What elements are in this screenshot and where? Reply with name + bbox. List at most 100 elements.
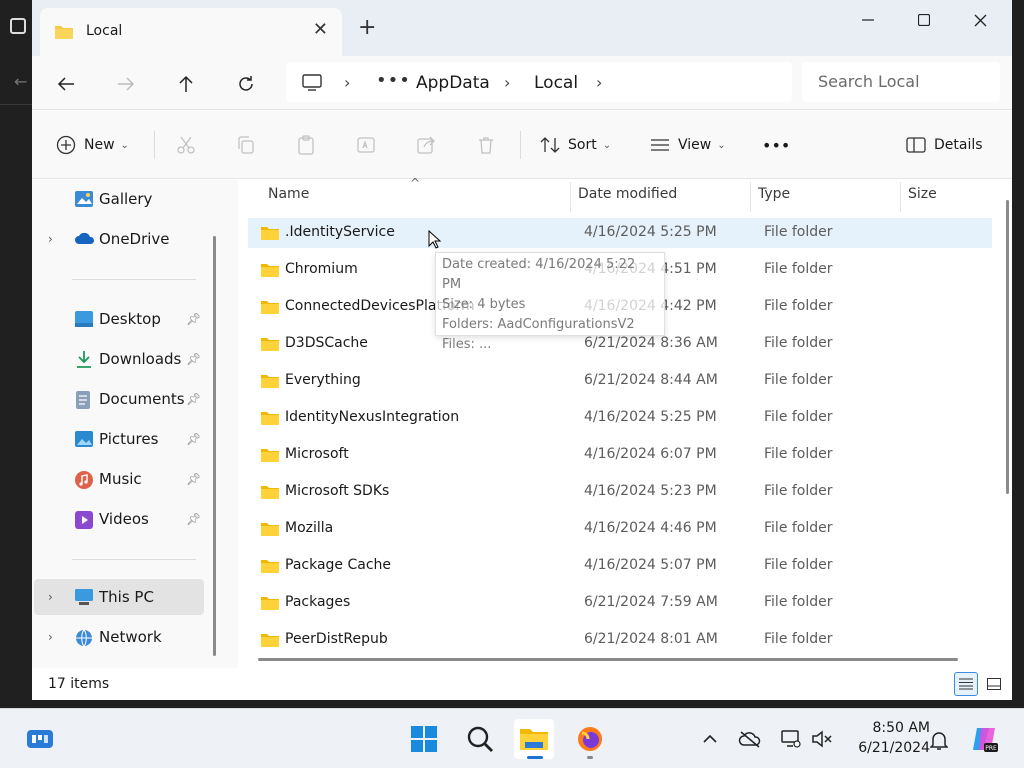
close-button[interactable] <box>952 4 1008 36</box>
sidebar-item-gallery[interactable]: Gallery <box>34 181 206 217</box>
sidebar-item-desktop[interactable]: Desktop 📌︎ <box>34 301 206 337</box>
copy-button[interactable] <box>234 133 258 157</box>
breadcrumb-local[interactable]: Local <box>534 73 578 93</box>
onedrive-icon <box>75 232 95 244</box>
refresh-button[interactable] <box>230 68 262 100</box>
onedrive-tray-button[interactable] <box>738 729 762 749</box>
rename-button[interactable] <box>354 133 378 157</box>
sidebar-item-downloads[interactable]: Downloads 📌︎ <box>34 341 206 377</box>
details-view-icon <box>959 678 973 690</box>
cut-button[interactable] <box>174 133 198 157</box>
file-explorer-icon <box>520 729 548 750</box>
search-input[interactable] <box>818 62 998 100</box>
address-bar[interactable]: › ••• AppData › Local › <box>286 62 792 102</box>
show-hidden-icons-button[interactable] <box>700 729 720 749</box>
file-name: Microsoft SDKs <box>285 483 390 499</box>
breadcrumb-overflow-button[interactable]: ••• <box>376 70 411 91</box>
folder-icon <box>261 634 279 647</box>
delete-button[interactable] <box>474 133 498 157</box>
breadcrumb-appdata[interactable]: AppData <box>416 73 490 93</box>
share-icon <box>417 136 435 154</box>
arrow-up-icon <box>179 75 193 92</box>
notifications-button[interactable] <box>928 729 950 751</box>
table-row[interactable]: PeerDistRepub 6/21/2024 8:01 AM File folde… <box>248 625 992 655</box>
column-header-size[interactable]: Size <box>908 186 937 202</box>
table-row[interactable]: IdentityNexusIntegration 4/16/2024 5:25 P… <box>248 403 992 433</box>
table-row[interactable]: Packages 6/21/2024 7:59 AM File folder <box>248 588 992 618</box>
maximize-button[interactable] <box>896 4 952 36</box>
horizontal-scrollbar[interactable] <box>258 658 958 661</box>
pin-icon[interactable]: 📌︎ <box>186 392 201 406</box>
tab-close-icon[interactable]: ✕ <box>313 19 328 40</box>
share-button[interactable] <box>414 133 438 157</box>
clock-date: 6/21/2024 <box>858 740 930 756</box>
table-row[interactable]: Package Cache 4/16/2024 5:07 PM File folde… <box>248 551 992 581</box>
sidebar-item-music[interactable]: Music 📌︎ <box>34 461 206 497</box>
sidebar-item-onedrive[interactable]: › OneDrive <box>34 221 206 257</box>
table-row[interactable]: Mozilla 4/16/2024 4:46 PM File folder <box>248 514 992 544</box>
tab-local[interactable]: Local ✕ <box>40 8 342 56</box>
up-button[interactable] <box>170 68 202 100</box>
copilot-button[interactable]: PRE <box>968 723 1000 755</box>
sidebar-divider <box>72 559 196 560</box>
close-icon <box>974 14 986 26</box>
details-pane-icon <box>906 137 926 153</box>
column-divider[interactable] <box>570 182 571 212</box>
more-options-button[interactable]: ••• <box>762 129 790 161</box>
pin-icon[interactable]: 📌︎ <box>186 472 201 486</box>
folder-info-tooltip: Date created: 4/16/2024 5:22 PM Size: 4 … <box>435 252 665 352</box>
search-box[interactable] <box>802 62 1000 102</box>
pin-icon[interactable]: 📌︎ <box>186 312 201 326</box>
file-name: Microsoft <box>285 446 349 462</box>
chevron-right-icon[interactable]: › <box>596 73 602 92</box>
sidebar-item-pictures[interactable]: Pictures 📌︎ <box>34 421 206 457</box>
paste-button[interactable] <box>294 133 318 157</box>
chevron-right-icon[interactable]: › <box>48 590 53 604</box>
view-button[interactable]: View ⌄ <box>650 129 726 161</box>
sidebar-item-documents[interactable]: Documents 📌︎ <box>34 381 206 417</box>
sidebar-item-this-pc[interactable]: › This PC <box>34 579 204 615</box>
file-explorer-taskbar-button[interactable] <box>514 719 554 759</box>
new-tab-button[interactable]: + <box>358 16 376 40</box>
sidebar-item-network[interactable]: › Network <box>34 619 206 655</box>
search-taskbar-button[interactable] <box>460 719 500 759</box>
pin-icon[interactable]: 📌︎ <box>186 352 201 366</box>
tiles-view-toggle[interactable] <box>982 672 1006 696</box>
forward-button[interactable] <box>110 68 142 100</box>
table-row[interactable]: .IdentityService 4/16/2024 5:25 PM File fo… <box>248 218 992 248</box>
sidebar-item-videos[interactable]: Videos 📌︎ <box>34 501 206 537</box>
minimize-button[interactable] <box>840 4 896 36</box>
volume-tray-button[interactable] <box>810 729 834 749</box>
sidebar-scrollbar[interactable] <box>213 236 216 656</box>
pin-icon[interactable]: 📌︎ <box>186 432 201 446</box>
search-icon <box>467 726 493 752</box>
chevron-right-icon[interactable]: › <box>48 232 53 246</box>
pin-icon[interactable]: 📌︎ <box>186 512 201 526</box>
column-header-date-modified[interactable]: Date modified <box>578 186 677 202</box>
chevron-right-icon[interactable]: › <box>48 630 53 644</box>
chevron-right-icon[interactable]: › <box>504 73 510 92</box>
column-divider[interactable] <box>900 182 901 212</box>
firefox-taskbar-button[interactable] <box>570 719 610 759</box>
table-row[interactable]: Everything 6/21/2024 8:44 AM File folder <box>248 366 992 396</box>
start-button[interactable] <box>404 719 444 759</box>
table-row[interactable]: Microsoft 4/16/2024 6:07 PM File folder <box>248 440 992 470</box>
file-name: Mozilla <box>285 520 334 536</box>
taskbar: 8:50 AM 6/21/2024 PRE <box>0 708 1024 768</box>
details-view-toggle[interactable] <box>954 672 978 696</box>
network-tray-button[interactable] <box>778 729 802 749</box>
tooltip-folders: Folders: AadConfigurationsV2 <box>442 317 635 332</box>
chevron-right-icon[interactable]: › <box>344 73 350 92</box>
sort-button[interactable]: Sort ⌄ <box>540 129 611 161</box>
widgets-button[interactable] <box>20 719 60 759</box>
vertical-scrollbar[interactable] <box>1006 200 1009 494</box>
back-button[interactable] <box>50 68 82 100</box>
file-date-modified: 4/16/2024 6:07 PM <box>584 446 717 462</box>
column-header-name[interactable]: Name <box>268 186 309 202</box>
column-divider[interactable] <box>750 182 751 212</box>
new-button[interactable]: New ⌄ <box>56 129 129 161</box>
table-row[interactable]: Microsoft SDKs 4/16/2024 5:23 PM File fold… <box>248 477 992 507</box>
column-header-type[interactable]: Type <box>758 186 790 202</box>
taskbar-clock[interactable]: 8:50 AM 6/21/2024 <box>840 718 930 758</box>
details-pane-button[interactable]: Details <box>906 129 983 161</box>
